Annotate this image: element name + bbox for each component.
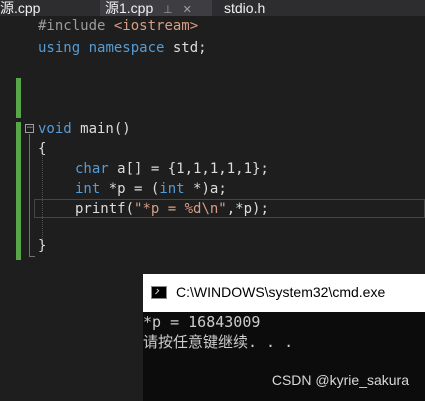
console-output-line: *p = 16843009 (143, 313, 261, 331)
code-line-printf: printf("*p = %d\n",*p); (75, 201, 269, 217)
code-line-close-brace: } (38, 238, 47, 254)
change-marker (16, 122, 21, 260)
code-line-main: void main() (38, 121, 131, 137)
console-title-bar[interactable]: C:\WINDOWS\system32\cmd.exe (143, 274, 425, 312)
code-line-open-brace: { (38, 141, 47, 157)
fold-guide (29, 134, 30, 256)
code-line-int-pointer: int *p = (int *)a; (75, 181, 227, 197)
cmd-icon (151, 286, 167, 299)
watermark: CSDN @kyrie_sakura (271, 372, 409, 388)
change-marker (16, 78, 21, 118)
code-line-using: using namespace std; (38, 40, 207, 56)
tab-label: 源1.cpp (105, 0, 154, 16)
tab-stdio-h[interactable]: stdio.h (218, 0, 298, 16)
pin-icon[interactable]: ⊥ (163, 4, 173, 16)
code-line-include: #include <iostream> (38, 18, 199, 34)
tab-source1-cpp[interactable]: 源1.cpp ⊥ ✕ (100, 0, 212, 16)
collapse-icon[interactable]: − (25, 124, 34, 133)
console-output-line: 请按任意键继续. . . (143, 333, 294, 351)
code-line-char-array: char a[] = {1,1,1,1,1}; (75, 161, 269, 177)
editor-tab-bar: 源.cpp 源1.cpp ⊥ ✕ stdio.h (0, 0, 425, 16)
close-icon[interactable]: ✕ (183, 4, 192, 16)
console-title: C:\WINDOWS\system32\cmd.exe (176, 284, 386, 300)
fold-guide-end (29, 256, 35, 257)
tab-label: 源.cpp (0, 0, 41, 16)
tab-label: stdio.h (224, 0, 266, 16)
tab-source-cpp[interactable]: 源.cpp (0, 0, 95, 16)
